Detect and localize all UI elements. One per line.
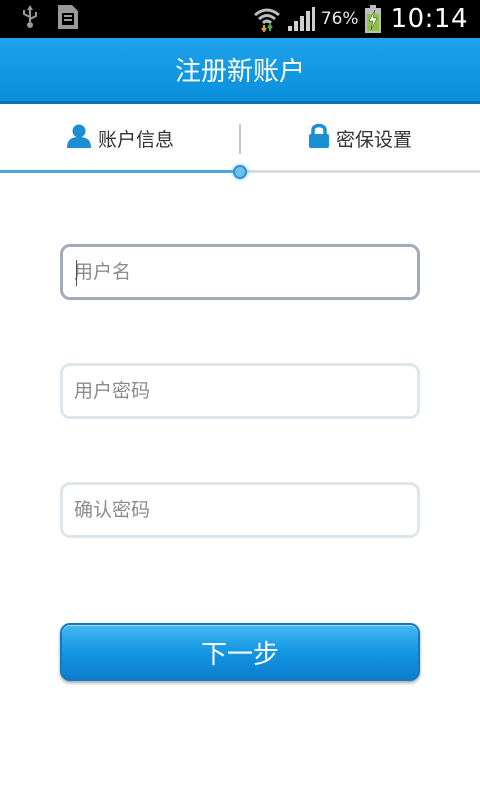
tab-account-info[interactable]: 账户信息 (0, 107, 240, 169)
tab-account-info-label: 账户信息 (97, 128, 174, 151)
signal-icon (287, 6, 315, 32)
confirm-password-field[interactable] (60, 482, 420, 538)
username-field[interactable] (60, 244, 420, 300)
next-button[interactable]: 下一步 (60, 623, 420, 681)
wifi-icon (253, 6, 281, 32)
usb-icon (20, 4, 40, 34)
step-progress-indicator (233, 165, 247, 179)
battery-charging-icon (364, 5, 381, 33)
clock: 10:14 (390, 4, 468, 34)
status-bar: 76% 10:14 (0, 0, 480, 38)
page-title: 注册新账户 (174, 57, 305, 87)
lock-icon (308, 123, 330, 154)
text-cursor (76, 260, 77, 286)
step-progress-fill (0, 170, 240, 173)
user-icon (66, 123, 92, 154)
tab-security-settings-label: 密保设置 (335, 128, 412, 151)
battery-percent: 76% (320, 9, 359, 29)
password-field[interactable] (60, 363, 420, 419)
status-right-icons: 76% 10:14 (253, 0, 468, 38)
confirm-password-input[interactable] (74, 499, 417, 521)
title-bar: 注册新账户 (0, 38, 480, 104)
password-input[interactable] (74, 380, 417, 402)
tab-security-settings[interactable]: 密保设置 (240, 107, 480, 169)
step-tabs: 账户信息 密保设置 (0, 107, 480, 169)
next-button-label: 下一步 (200, 639, 279, 670)
status-left-icons (0, 3, 80, 35)
username-input[interactable] (74, 261, 417, 283)
sd-card-icon (56, 3, 80, 35)
